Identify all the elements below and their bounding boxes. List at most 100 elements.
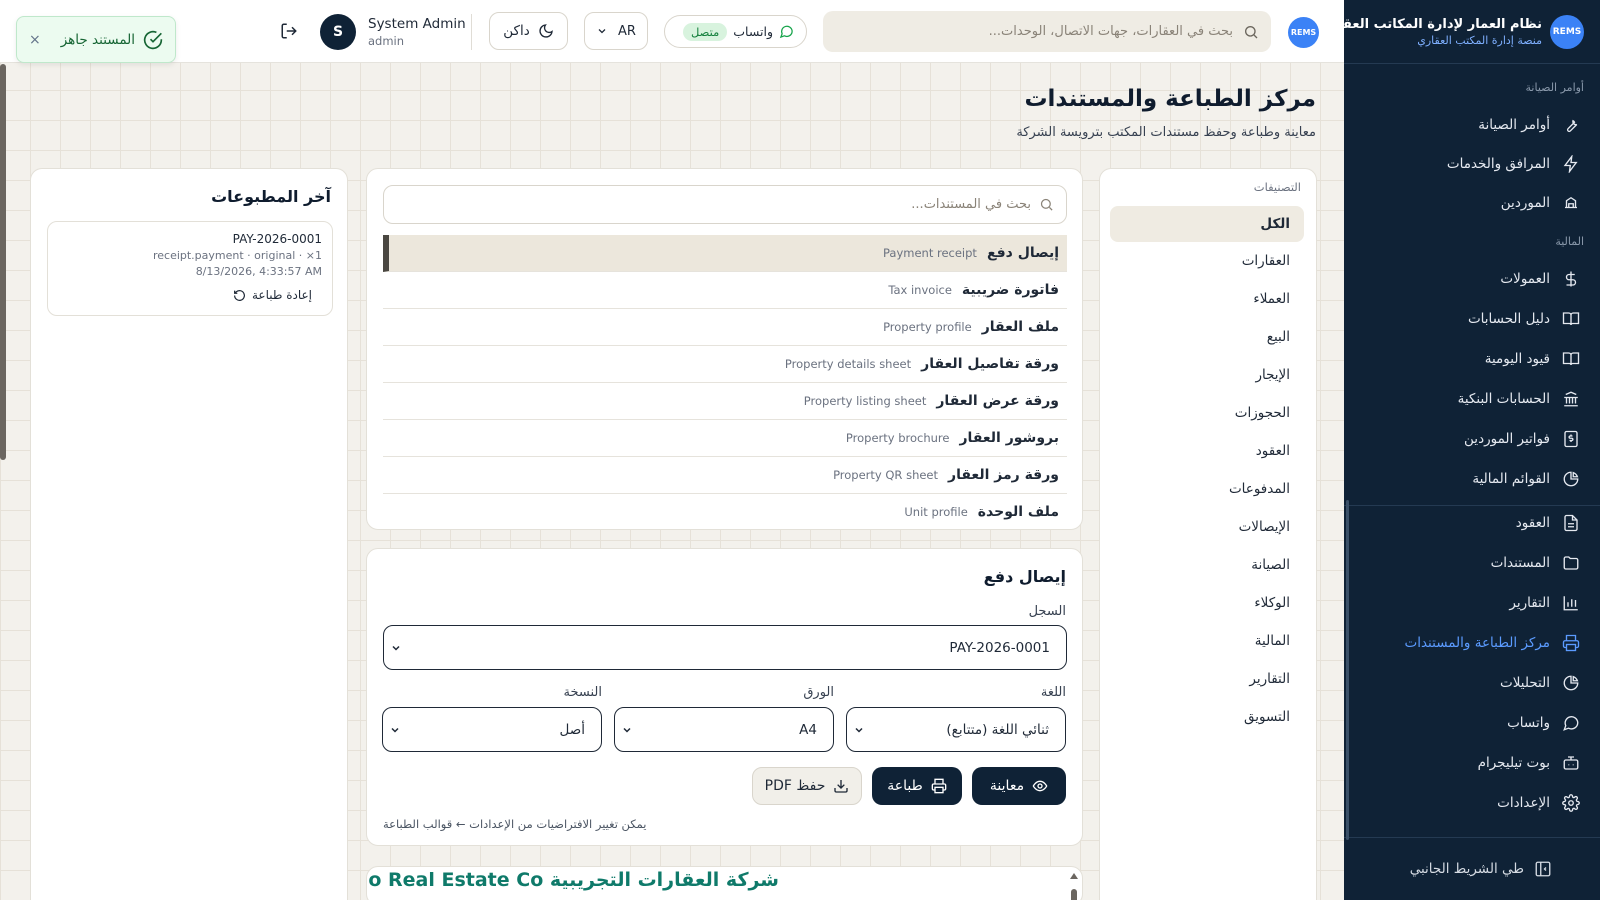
language-select[interactable]: ثنائي اللغة (متتابع) — [846, 707, 1066, 752]
page-title: مركز الطباعة والمستندات — [1024, 86, 1316, 112]
whatsapp-label: واتساب — [733, 24, 773, 39]
category-payments[interactable]: المدفوعات — [1110, 471, 1304, 507]
global-search[interactable]: بحث في العقارات، جهات الاتصال، الوحدات..… — [823, 11, 1271, 52]
download-icon — [834, 780, 849, 793]
sidebar-item-telegram-bot[interactable]: بوت تيليجرام — [1360, 748, 1580, 778]
brand-subtitle: منصة إدارة المكتب العقاري — [1417, 34, 1542, 47]
logout-button[interactable] — [280, 22, 298, 40]
document-item-property-listing[interactable]: ورقة عرض العقار Property listing sheet — [383, 383, 1067, 420]
sidebar-item-contracts[interactable]: العقود — [1360, 508, 1580, 538]
sidebar-item-supplier-invoices[interactable]: فواتير الموردين — [1360, 424, 1580, 454]
save-pdf-button[interactable]: حفظ PDF — [752, 767, 862, 805]
avatar: S — [320, 14, 356, 50]
document-item-property-profile[interactable]: ملف العقار Property profile — [383, 309, 1067, 346]
category-agents[interactable]: الوكلاء — [1110, 585, 1304, 621]
document-item-property-details[interactable]: ورقة تفاصيل العقار Property details shee… — [383, 346, 1067, 383]
sidebar-item-label: قيود اليومية — [1484, 351, 1550, 367]
category-sale[interactable]: البيع — [1110, 319, 1304, 355]
topbar-logo[interactable]: REMS — [1288, 17, 1319, 48]
sidebar-item-documents[interactable]: المستندات — [1360, 548, 1580, 578]
sidebar-collapse-button[interactable]: طي الشريط الجانبي — [1410, 860, 1552, 878]
whatsapp-status-badge: متصل — [682, 22, 728, 41]
paper-select[interactable]: A4 — [614, 707, 834, 752]
sidebar-item-analytics[interactable]: التحليلات — [1360, 668, 1580, 698]
sidebar-item-label: العمولات — [1500, 271, 1550, 287]
sidebar-item-commissions[interactable]: العمولات — [1360, 264, 1580, 294]
refresh-icon — [233, 289, 245, 301]
copy-select[interactable]: أصل — [382, 707, 602, 752]
pie-chart-icon — [1563, 675, 1579, 691]
chat-icon — [779, 25, 793, 39]
document-item-payment-receipt[interactable]: إيصال دفع Payment receipt — [383, 235, 1067, 272]
sidebar-item-chart-of-accounts[interactable]: دليل الحسابات — [1360, 304, 1580, 334]
category-reports[interactable]: التقارير — [1110, 661, 1304, 697]
folder-icon — [1563, 556, 1579, 570]
category-maintenance[interactable]: الصيانة — [1110, 547, 1304, 583]
category-rent[interactable]: الإيجار — [1110, 357, 1304, 393]
user-name: System Admin — [368, 16, 466, 32]
sidebar-brand[interactable]: REMS نظام العمار لإدارة المكاتب العقارية… — [1318, 14, 1584, 50]
page-scrollbar[interactable] — [0, 64, 6, 460]
category-receipts[interactable]: الإيصالات — [1110, 509, 1304, 545]
sidebar-scrollbar[interactable] — [1346, 500, 1349, 840]
recent-print-code: PAY-2026-0001 — [232, 232, 322, 246]
sidebar-section-label: أوامر الصيانة — [1525, 81, 1584, 94]
category-contracts[interactable]: العقود — [1110, 433, 1304, 469]
document-search-input[interactable]: بحث في المستندات... — [383, 185, 1067, 224]
document-item-property-brochure[interactable]: بروشور العقار Property brochure — [383, 420, 1067, 457]
sidebar-item-print-center[interactable]: مركز الطباعة والمستندات — [1360, 628, 1580, 658]
sidebar: REMS نظام العمار لإدارة المكاتب العقارية… — [1318, 0, 1600, 900]
category-finance[interactable]: المالية — [1110, 623, 1304, 659]
document-name-en: Property listing sheet — [803, 394, 927, 408]
preview-scrollbar[interactable] — [1070, 873, 1078, 900]
preview-button[interactable]: معاينة — [972, 767, 1066, 805]
toast-close-button[interactable]: × — [29, 32, 41, 48]
user-menu[interactable]: S System Admin admin — [320, 14, 466, 50]
sidebar-item-label: الإعدادات — [1497, 795, 1550, 811]
page-subtitle: معاينة وطباعة وحفظ مستندات المكتب بترويس… — [1016, 125, 1316, 140]
sidebar-item-journal-entries[interactable]: قيود اليومية — [1360, 344, 1580, 374]
document-item-tax-invoice[interactable]: فاتورة ضريبية Tax invoice — [383, 272, 1067, 309]
category-clients[interactable]: العملاء — [1110, 281, 1304, 317]
reprint-button[interactable]: إعادة طباعة — [233, 288, 312, 302]
sidebar-item-label: المرافق والخدمات — [1446, 156, 1550, 172]
category-bookings[interactable]: الحجوزات — [1110, 395, 1304, 431]
sidebar-item-reports[interactable]: التقارير — [1360, 588, 1580, 618]
brand-logo: REMS — [1550, 15, 1584, 49]
sidebar-item-maintenance-orders[interactable]: أوامر الصيانة — [1360, 110, 1580, 140]
print-button[interactable]: طباعة — [872, 767, 962, 805]
whatsapp-status-button[interactable]: واتساب متصل — [664, 15, 807, 48]
document-name-ar: ورقة تفاصيل العقار — [921, 356, 1059, 372]
panel-collapse-icon — [1535, 861, 1551, 877]
sidebar-item-bank-accounts[interactable]: الحسابات البنكية — [1360, 384, 1580, 414]
language-value: ثنائي اللغة (متتابع) — [946, 721, 1049, 738]
theme-toggle[interactable]: داكن — [489, 12, 568, 50]
sidebar-collapse-label: طي الشريط الجانبي — [1409, 861, 1524, 877]
sidebar-item-financial-statements[interactable]: القوائم المالية — [1360, 464, 1580, 494]
sidebar-item-utilities[interactable]: المرافق والخدمات — [1360, 149, 1580, 179]
reprint-label: إعادة طباعة — [251, 288, 312, 302]
document-item-property-qr[interactable]: ورقة رمز العقار Property QR sheet — [383, 457, 1067, 494]
user-role: admin — [368, 34, 405, 48]
category-marketing[interactable]: التسويق — [1110, 699, 1304, 735]
logout-icon — [281, 23, 297, 39]
brand-name: نظام العمار لإدارة المكاتب العقارية — [1317, 17, 1542, 32]
moon-icon — [539, 24, 553, 38]
sidebar-item-label: أوامر الصيانة — [1478, 117, 1550, 133]
sidebar-divider — [1344, 63, 1600, 64]
preview-button-label: معاينة — [989, 778, 1025, 794]
sidebar-item-label: التحليلات — [1500, 675, 1550, 691]
language-switcher[interactable]: AR — [584, 12, 648, 50]
document-name-ar: ملف الوحدة — [977, 504, 1059, 520]
eye-icon — [1032, 780, 1048, 792]
record-select[interactable]: PAY-2026-0001 — [383, 625, 1067, 670]
sidebar-item-whatsapp[interactable]: واتساب — [1360, 708, 1580, 738]
recent-prints-title: آخر المطبوعات — [211, 187, 331, 206]
sidebar-item-settings[interactable]: الإعدادات — [1360, 788, 1580, 818]
document-item-unit-profile[interactable]: ملف الوحدة Unit profile — [383, 494, 1067, 525]
bolt-icon — [1563, 155, 1578, 173]
sidebar-item-suppliers[interactable]: الموردين — [1360, 188, 1580, 218]
category-properties[interactable]: العقارات — [1110, 243, 1304, 279]
recent-print-date: 8/13/2026, 4:33:57 AM — [195, 265, 322, 278]
category-all[interactable]: الكل — [1110, 206, 1304, 242]
